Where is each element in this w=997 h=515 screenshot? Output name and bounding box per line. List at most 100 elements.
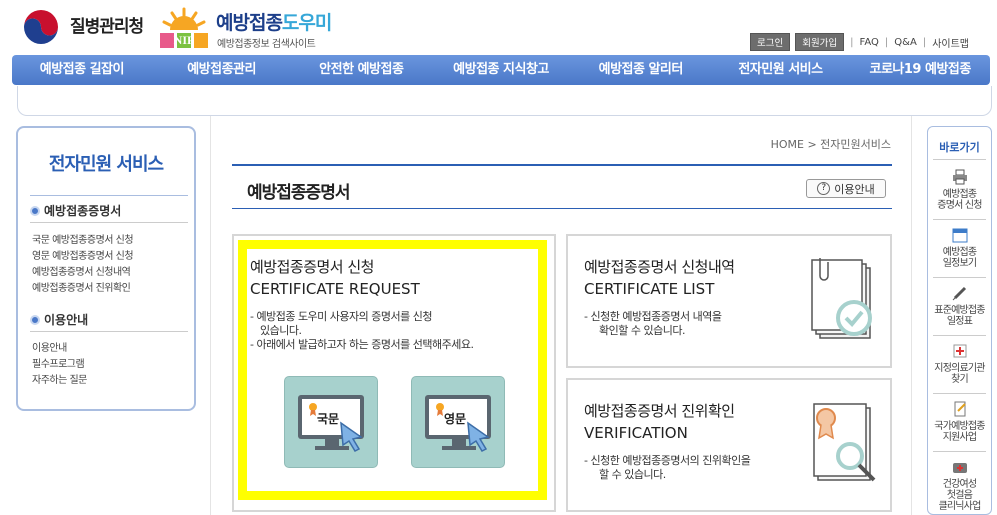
utility-links: 로그인 회원가입 | FAQ | Q&A | 사이트맵 bbox=[745, 33, 969, 51]
site-title-main: 예방접종 bbox=[216, 12, 283, 34]
section-label: 이용안내 bbox=[44, 313, 89, 327]
breadcrumb: HOME > 전자민원서비스 bbox=[770, 138, 891, 151]
verify-title-ko: 예방접종증명서 진위확인 bbox=[584, 402, 735, 420]
quick-label: 일정보기 bbox=[942, 258, 977, 269]
quick-schedule[interactable]: 예방접종 일정보기 bbox=[928, 247, 991, 269]
separator: | bbox=[922, 36, 927, 48]
bullet-icon bbox=[30, 205, 40, 216]
quick-menu: 바로가기 예방접종 증명서 신청 예방접종 일정보기 표준예방접종 일정표 지정… bbox=[927, 126, 992, 515]
request-desc-1b: 있습니다. bbox=[260, 324, 302, 337]
main-navigation: 예방접종 길잡이 예방접종관리 안전한 예방접종 예방접종 지식창고 예방접종 … bbox=[12, 55, 990, 85]
divider bbox=[933, 277, 986, 278]
separator: | bbox=[884, 36, 889, 48]
side-nav-usage-guide[interactable]: 이용안내 bbox=[32, 339, 67, 354]
quick-menu-title: 바로가기 bbox=[939, 141, 980, 154]
header: 질병관리청 NIP 예방접종도우미 예방접종정보 검색사이트 로그인 회원가입 … bbox=[0, 0, 997, 52]
divider bbox=[933, 159, 986, 160]
side-nav-certificate-history[interactable]: 예방접종증명서 신청내역 bbox=[32, 263, 131, 278]
quick-label: 찾기 bbox=[951, 374, 969, 385]
quick-label: 첫걸음 bbox=[946, 490, 973, 501]
login-button[interactable]: 로그인 bbox=[749, 33, 791, 51]
site-title-accent: 도우미 bbox=[281, 12, 332, 34]
korean-label: 국문 bbox=[317, 412, 340, 426]
document-icon bbox=[954, 401, 966, 417]
quick-label: 국가예방접종 bbox=[934, 421, 985, 432]
usage-guide-button[interactable]: ? 이용안내 bbox=[806, 179, 886, 198]
nav-safe-vaccination[interactable]: 안전한 예방접종 bbox=[291, 55, 431, 85]
divider bbox=[210, 116, 211, 515]
document-check-icon bbox=[811, 258, 872, 339]
first-aid-icon bbox=[953, 463, 967, 473]
divider bbox=[933, 219, 986, 220]
side-nav-section-certificate[interactable]: 예방접종증명서 bbox=[30, 202, 121, 219]
divider bbox=[933, 335, 986, 336]
bullet-icon bbox=[30, 314, 40, 325]
nip-logo-text: NIP bbox=[173, 33, 195, 47]
nav-knowledge-repository[interactable]: 예방접종 지식창고 bbox=[431, 55, 571, 85]
quick-label: 예방접종 bbox=[942, 247, 977, 258]
divider bbox=[232, 208, 892, 209]
nav-vaccination-notices[interactable]: 예방접종 알리터 bbox=[571, 55, 711, 85]
side-navigation: 전자민원 서비스 예방접종증명서 국문 예방접종증명서 신청 영문 예방접종증명… bbox=[16, 126, 196, 411]
quick-womens-health-clinic[interactable]: 건강여성 첫걸음 클리닉사업 bbox=[928, 479, 991, 512]
side-nav-title: 전자민원 서비스 bbox=[48, 154, 164, 175]
nip-logo[interactable]: NIP bbox=[158, 6, 210, 50]
quick-label: 표준예방접종 bbox=[934, 305, 985, 316]
agency-name[interactable]: 질병관리청 bbox=[70, 12, 144, 37]
faq-link[interactable]: FAQ bbox=[860, 37, 879, 48]
side-nav-certificate-verify[interactable]: 예방접종증명서 진위확인 bbox=[32, 279, 131, 294]
quick-label: 지정의료기관 bbox=[934, 363, 985, 374]
certificate-magnifier-icon bbox=[813, 403, 876, 482]
divider bbox=[232, 164, 892, 166]
join-button[interactable]: 회원가입 bbox=[795, 33, 845, 51]
qa-link[interactable]: Q&A bbox=[894, 37, 917, 48]
side-nav-english-certificate[interactable]: 영문 예방접종증명서 신청 bbox=[32, 247, 134, 262]
nav-vaccination-management[interactable]: 예방접종관리 bbox=[152, 55, 292, 85]
side-nav-section-guide[interactable]: 이용안내 bbox=[30, 311, 88, 328]
quick-national-support[interactable]: 국가예방접종 지원사업 bbox=[928, 421, 991, 443]
side-nav-korean-certificate[interactable]: 국문 예방접종증명서 신청 bbox=[32, 231, 134, 246]
sitemap-link[interactable]: 사이트맵 bbox=[932, 35, 969, 50]
nav-e-civil-service[interactable]: 전자민원 서비스 bbox=[711, 55, 851, 85]
quick-label: 일정표 bbox=[946, 316, 973, 327]
usage-guide-label: 이용안내 bbox=[834, 182, 875, 196]
english-certificate-button[interactable]: 영문 bbox=[411, 376, 505, 468]
quick-label: 지원사업 bbox=[942, 432, 977, 443]
separator: | bbox=[850, 36, 854, 48]
question-icon: ? bbox=[817, 182, 831, 195]
side-nav-required-programs[interactable]: 필수프로그램 bbox=[32, 355, 85, 370]
verify-desc-1b: 할 수 있습니다. bbox=[599, 468, 666, 481]
verify-title-en: VERIFICATION bbox=[584, 424, 688, 442]
list-title-en: CERTIFICATE LIST bbox=[584, 280, 715, 298]
calendar-icon bbox=[952, 228, 968, 243]
english-label: 영문 bbox=[444, 412, 467, 426]
page-title: 예방접종증명서 bbox=[247, 183, 350, 203]
request-desc-2: - 아래에서 발급하고자 하는 증명서를 선택해주세요. bbox=[250, 338, 474, 351]
site-title[interactable]: 예방접종도우미 bbox=[216, 8, 332, 35]
quick-label: 예방접종 bbox=[942, 189, 977, 200]
list-desc-1: - 신청한 예방접종증명서 내역을 bbox=[584, 310, 722, 323]
quick-label: 건강여성 bbox=[942, 479, 977, 490]
divider bbox=[30, 195, 188, 196]
side-nav-faq[interactable]: 자주하는 질문 bbox=[32, 371, 87, 386]
quick-certificate-request[interactable]: 예방접종 증명서 신청 bbox=[928, 189, 991, 211]
section-label: 예방접종증명서 bbox=[44, 204, 122, 218]
list-title-ko: 예방접종증명서 신청내역 bbox=[584, 258, 735, 276]
nav-covid19-vaccination[interactable]: 코로나19 예방접종 bbox=[850, 55, 990, 85]
nav-vaccination-guide[interactable]: 예방접종 길잡이 bbox=[12, 55, 152, 85]
kdca-logo[interactable] bbox=[22, 8, 60, 46]
divider bbox=[933, 393, 986, 394]
verify-desc-1: - 신청한 예방접종증명서의 진위확인을 bbox=[584, 454, 751, 467]
request-title-ko: 예방접종증명서 신청 bbox=[250, 258, 374, 276]
quick-standard-schedule[interactable]: 표준예방접종 일정표 bbox=[928, 305, 991, 327]
divider bbox=[30, 222, 188, 223]
site-subtitle: 예방접종정보 검색사이트 bbox=[217, 39, 316, 50]
divider bbox=[911, 116, 912, 515]
quick-designated-clinics[interactable]: 지정의료기관 찾기 bbox=[928, 363, 991, 385]
printer-icon bbox=[953, 169, 967, 185]
korean-certificate-button[interactable]: 국문 bbox=[284, 376, 378, 468]
divider bbox=[30, 331, 188, 332]
sub-navigation-bar bbox=[17, 86, 992, 116]
list-desc-1b: 확인할 수 있습니다. bbox=[599, 324, 685, 337]
hospital-icon bbox=[953, 344, 967, 358]
